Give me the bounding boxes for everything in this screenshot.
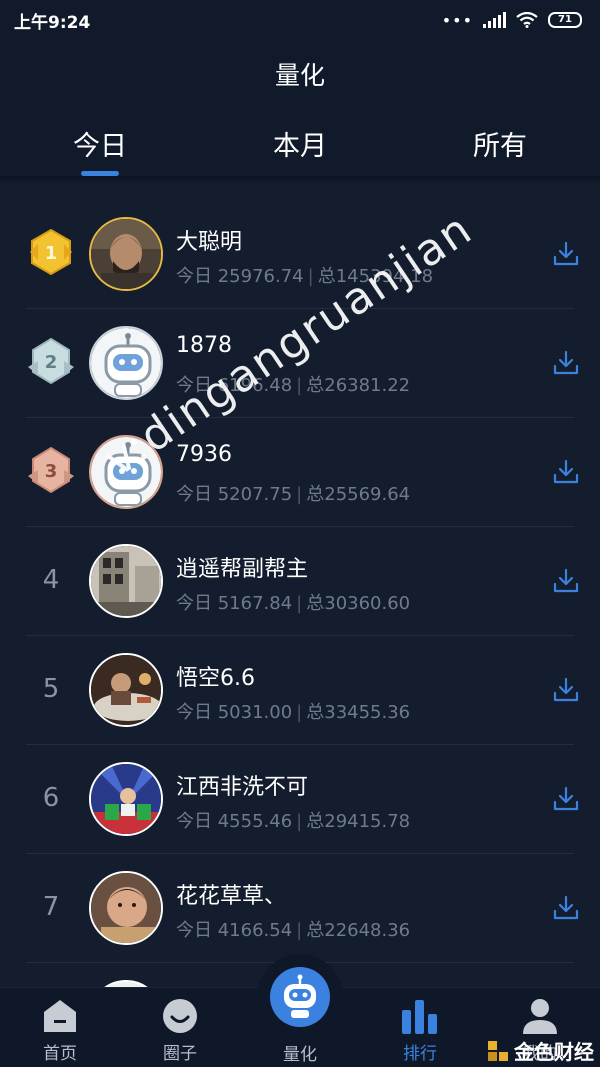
user-stats: 今日 6196.48 | 总26381.22 [176,375,411,396]
user-stats: 今日 4166.54 | 总22648.36 [176,920,411,941]
svg-text:2: 2 [45,352,58,373]
avatar [89,980,163,987]
nav-label: 首页 [43,1044,77,1064]
download-icon[interactable] [552,567,580,595]
user-stats: 今日 5031.00 | 总33455.36 [176,702,411,723]
avatar[interactable] [89,326,163,400]
download-icon[interactable] [552,676,580,704]
nav-item-circle[interactable]: 圈子 [120,988,240,1067]
ranking-row[interactable]: 2 1878 今日 6196.48 | 总26381.22 [0,309,600,418]
svg-text:1: 1 [45,243,58,264]
gold-medal-icon: 1 [30,228,72,276]
ranking-row[interactable]: 3 7936 今日 5207.75 | 总25569.64 [0,418,600,527]
rank-number: 7 [42,892,60,922]
avatar[interactable] [89,435,163,509]
more-dots-icon: ••• [441,10,473,30]
user-name[interactable]: 1878 [176,333,232,358]
user-stats: 今日 25976.74 | 总145394.18 [176,266,434,287]
ranking-row[interactable]: 6 江西非洗不可 今日 4555.46 | 总29415.78 [0,745,600,854]
rank-number: 5 [42,674,60,704]
avatar[interactable] [89,544,163,618]
avatar[interactable] [89,217,163,291]
user-name[interactable]: 江西非洗不可 [176,769,308,801]
user-name[interactable]: 大聪明 [176,224,242,256]
user-stats: 今日 5207.75 | 总25569.64 [176,484,411,505]
ranking-row[interactable]: 1 大聪明 今日 25976.74 | 总145394.18 [0,200,600,309]
tab-today[interactable]: 今日 [0,120,200,176]
bronze-medal-icon: 3 [28,446,74,494]
download-icon[interactable] [552,894,580,922]
brand-text: 金色财经 [514,1040,594,1064]
ranking-row[interactable]: 7 花花草草、 今日 4166.54 | 总22648.36 [0,854,600,963]
avatar[interactable] [89,762,163,836]
robot-avatar-icon [91,437,161,507]
status-icons: ••• 71 [442,11,582,30]
brand-logo-icon [488,1040,508,1061]
tab-this-month[interactable]: 本月 [200,120,400,176]
avatar[interactable] [89,871,163,945]
user-name[interactable]: 悟空6.6 [176,660,255,692]
ranking-row[interactable]: 5 悟空6.6 今日 5031.00 | 总33455.36 [0,636,600,745]
download-icon[interactable] [552,785,580,813]
rank-number: 6 [42,783,60,813]
tab-bar: 今日 本月 所有 [0,120,600,176]
page-title: 量化 [274,61,325,90]
robot-avatar-icon [91,328,161,398]
home-icon [44,1000,76,1032]
circle-chat-icon [163,999,197,1033]
status-bar: 上午9:24 ••• 71 [0,0,600,40]
nav-item-ranking[interactable]: 排行 [360,988,480,1067]
user-stats: 今日 4555.46 | 总29415.78 [176,811,411,832]
battery-icon: 71 [548,12,582,28]
user-name[interactable]: 花花草草、 [176,878,286,910]
nav-label: 量化 [283,1045,317,1065]
avatar[interactable] [89,653,163,727]
rank-number: 4 [42,565,60,595]
signal-icon [483,12,506,28]
quant-center-button[interactable] [257,954,343,1040]
user-name[interactable]: 7936 [176,442,232,467]
nav-label: 排行 [403,1044,437,1064]
ranking-row[interactable]: 4 逍遥帮副帮主 今日 5167.84 | 总30360.60 [0,527,600,636]
user-name[interactable]: 逍遥帮副帮主 [176,551,308,583]
bar-chart-icon [402,1000,437,1034]
download-icon[interactable] [552,349,580,377]
user-stats: 今日 5167.84 | 总30360.60 [176,593,411,614]
download-icon[interactable] [552,458,580,486]
svg-text:3: 3 [45,461,58,482]
nav-item-home[interactable]: 首页 [0,988,120,1067]
header-shadow [0,176,600,186]
nav-label: 圈子 [163,1044,197,1064]
tab-all[interactable]: 所有 [400,120,600,176]
header: 量化 今日 本月 所有 [0,40,600,176]
download-icon[interactable] [552,240,580,268]
user-icon [523,999,557,1034]
status-time: 上午9:24 [14,12,91,33]
brand-watermark: 金色财经 [486,1036,594,1065]
robot-icon [284,974,316,1018]
wifi-icon [516,12,538,28]
silver-medal-icon: 2 [28,337,74,385]
